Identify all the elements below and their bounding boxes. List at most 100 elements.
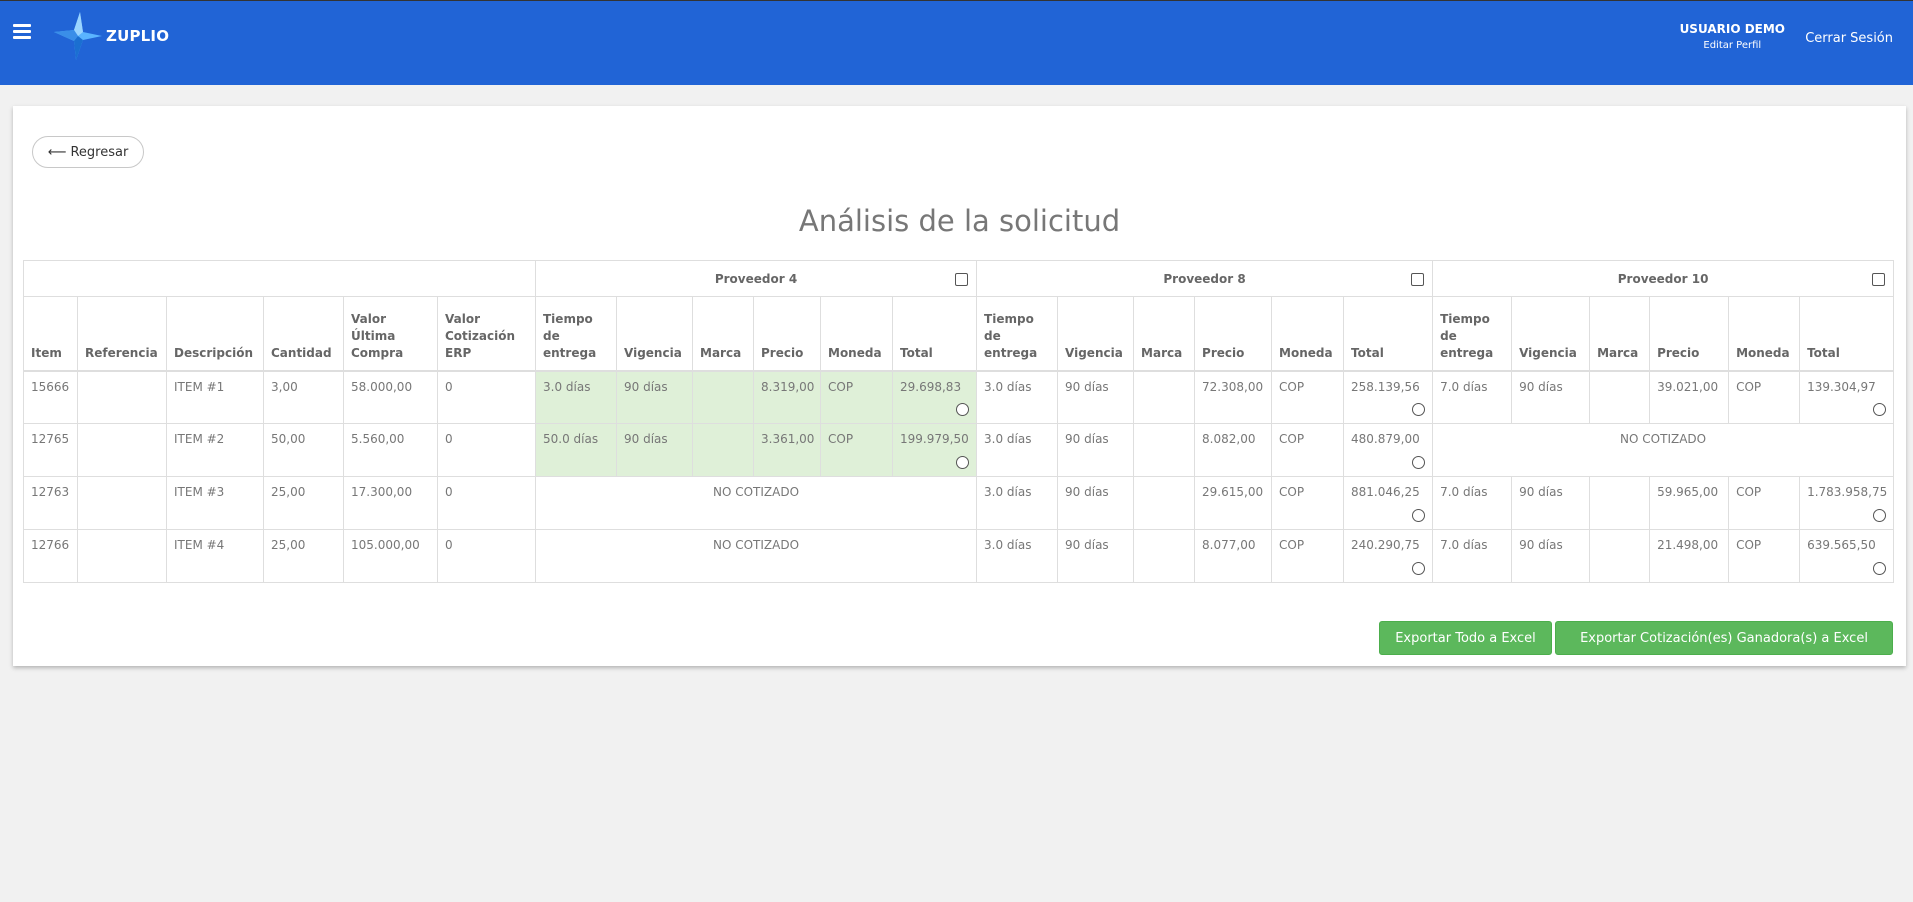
table-row: 12763 ITEM #3 25,00 17.300,00 0 NO COTIZ… [23, 476, 1895, 530]
cell-item: 15666 [23, 370, 78, 424]
cell-total: 199.979,50 [891, 423, 978, 477]
logout-link[interactable]: Cerrar Sesión [1805, 31, 1893, 46]
select-quote-radio[interactable] [1412, 562, 1426, 575]
provider-select-checkbox[interactable] [1872, 273, 1886, 286]
cell-moneda: COP [1271, 529, 1345, 583]
cell-marca [692, 423, 754, 477]
cell-valor-erp: 0 [437, 423, 536, 477]
cell-referencia [77, 423, 167, 477]
provider-select-checkbox[interactable] [1411, 273, 1425, 286]
cell-marca [1133, 476, 1196, 530]
cell-descripcion: ITEM #1 [166, 370, 264, 424]
cell-total: 639.565,50 [1799, 529, 1895, 583]
cell-descripcion: ITEM #2 [166, 423, 264, 477]
col-moneda: Moneda [1271, 296, 1345, 372]
export-winners-excel-button[interactable]: Exportar Cotización(es) Ganadora(s) a Ex… [1555, 621, 1893, 655]
col-marca: Marca [1589, 296, 1651, 372]
cell-total: 480.879,00 [1343, 423, 1434, 477]
provider-header: Proveedor 8 [976, 260, 1434, 297]
cell-marca [1589, 370, 1651, 424]
cell-total: 240.290,75 [1343, 529, 1434, 583]
select-quote-radio[interactable] [956, 403, 970, 416]
select-quote-radio[interactable] [1412, 456, 1426, 469]
provider-select-checkbox[interactable] [955, 273, 969, 286]
col-moneda: Moneda [820, 296, 893, 372]
col-marca: Marca [692, 296, 754, 372]
cell-vigencia: 90 días [616, 423, 693, 477]
col-descripcion: Descripción [166, 296, 264, 372]
total-value: 199.979,50 [900, 432, 969, 446]
top-bar: ZUPLIO USUARIO DEMO Editar Perfil Cerrar… [0, 0, 1913, 85]
cell-no-cotizado: NO COTIZADO [534, 529, 978, 583]
cell-descripcion: ITEM #4 [166, 529, 264, 583]
cell-tiempo: 3.0 días [976, 476, 1059, 530]
cell-total: 29.698,83 [891, 370, 978, 424]
cell-valor-ultima: 105.000,00 [343, 529, 438, 583]
col-precio: Precio [1194, 296, 1273, 372]
cell-referencia [77, 476, 167, 530]
brand-name: ZUPLIO [106, 27, 170, 45]
cell-valor-ultima: 5.560,00 [343, 423, 438, 477]
page-title: Análisis de la solicitud [798, 204, 1121, 238]
col-marca: Marca [1133, 296, 1196, 372]
cell-valor-erp: 0 [437, 476, 536, 530]
hamburger-menu-icon[interactable] [13, 24, 31, 39]
col-total: Total [1343, 296, 1434, 372]
back-button[interactable]: ⟵ Regresar [32, 136, 144, 168]
edit-profile-link[interactable]: Editar Perfil [1680, 40, 1785, 51]
user-info: USUARIO DEMO Editar Perfil [1680, 22, 1785, 51]
provider-header: Proveedor 10 [1432, 260, 1895, 297]
cell-valor-ultima: 17.300,00 [343, 476, 438, 530]
cell-precio: 21.498,00 [1649, 529, 1730, 583]
col-tiempo-entrega: Tiempo de entrega [976, 296, 1059, 372]
table-row: 12765 ITEM #2 50,00 5.560,00 0 50.0 días… [23, 423, 1895, 477]
cell-moneda: COP [1271, 423, 1345, 477]
cell-tiempo: 7.0 días [1432, 476, 1513, 530]
provider-name: Proveedor 4 [714, 271, 798, 286]
total-value: 258.139,56 [1351, 379, 1420, 394]
provider-name: Proveedor 10 [1617, 271, 1709, 286]
cell-vigencia: 90 días [1057, 476, 1135, 530]
col-vigencia: Vigencia [1511, 296, 1591, 372]
cell-total: 258.139,56 [1343, 370, 1434, 424]
cell-total: 139.304,97 [1799, 370, 1895, 424]
table-row: 15666 ITEM #1 3,00 58.000,00 0 3.0 días … [23, 370, 1895, 424]
cell-referencia [77, 529, 167, 583]
col-vigencia: Vigencia [616, 296, 693, 372]
cell-precio: 72.308,00 [1194, 370, 1273, 424]
table-row: 12766 ITEM #4 25,00 105.000,00 0 NO COTI… [23, 529, 1895, 583]
cell-vigencia: 90 días [1057, 529, 1135, 583]
col-precio: Precio [1649, 296, 1730, 372]
cell-precio: 8.319,00 [753, 370, 821, 424]
select-quote-radio[interactable] [1873, 403, 1887, 416]
cell-item: 12763 [23, 476, 78, 530]
cell-vigencia: 90 días [1511, 476, 1591, 530]
select-quote-radio[interactable] [1873, 562, 1887, 575]
brand-logo[interactable]: ZUPLIO [52, 9, 169, 63]
total-value: 480.879,00 [1351, 432, 1420, 446]
select-quote-radio[interactable] [1412, 509, 1426, 522]
col-item: Item [23, 296, 78, 372]
cell-descripcion: ITEM #3 [166, 476, 264, 530]
cell-precio: 29.615,00 [1194, 476, 1273, 530]
col-moneda: Moneda [1728, 296, 1801, 372]
total-value: 1.783.958,75 [1807, 485, 1888, 499]
cell-precio: 8.082,00 [1194, 423, 1273, 477]
cell-referencia [77, 370, 167, 424]
column-header-row: Item Referencia Descripción Cantidad Val… [23, 296, 1895, 372]
cell-valor-erp: 0 [437, 529, 536, 583]
select-quote-radio[interactable] [1412, 403, 1426, 416]
cell-moneda: COP [1271, 370, 1345, 424]
export-all-excel-button[interactable]: Exportar Todo a Excel [1379, 621, 1552, 655]
select-quote-radio[interactable] [1873, 509, 1887, 522]
cell-tiempo: 7.0 días [1432, 529, 1513, 583]
cell-marca [1133, 529, 1196, 583]
col-total: Total [891, 296, 978, 372]
cell-cantidad: 25,00 [263, 476, 344, 530]
cell-moneda: COP [1728, 529, 1801, 583]
select-quote-radio[interactable] [956, 456, 970, 469]
cell-valor-ultima: 58.000,00 [343, 370, 438, 424]
cell-tiempo: 7.0 días [1432, 370, 1513, 424]
zuplio-star-icon [54, 12, 102, 60]
col-valor-cotizacion-erp: Valor Cotización ERP [437, 296, 536, 372]
